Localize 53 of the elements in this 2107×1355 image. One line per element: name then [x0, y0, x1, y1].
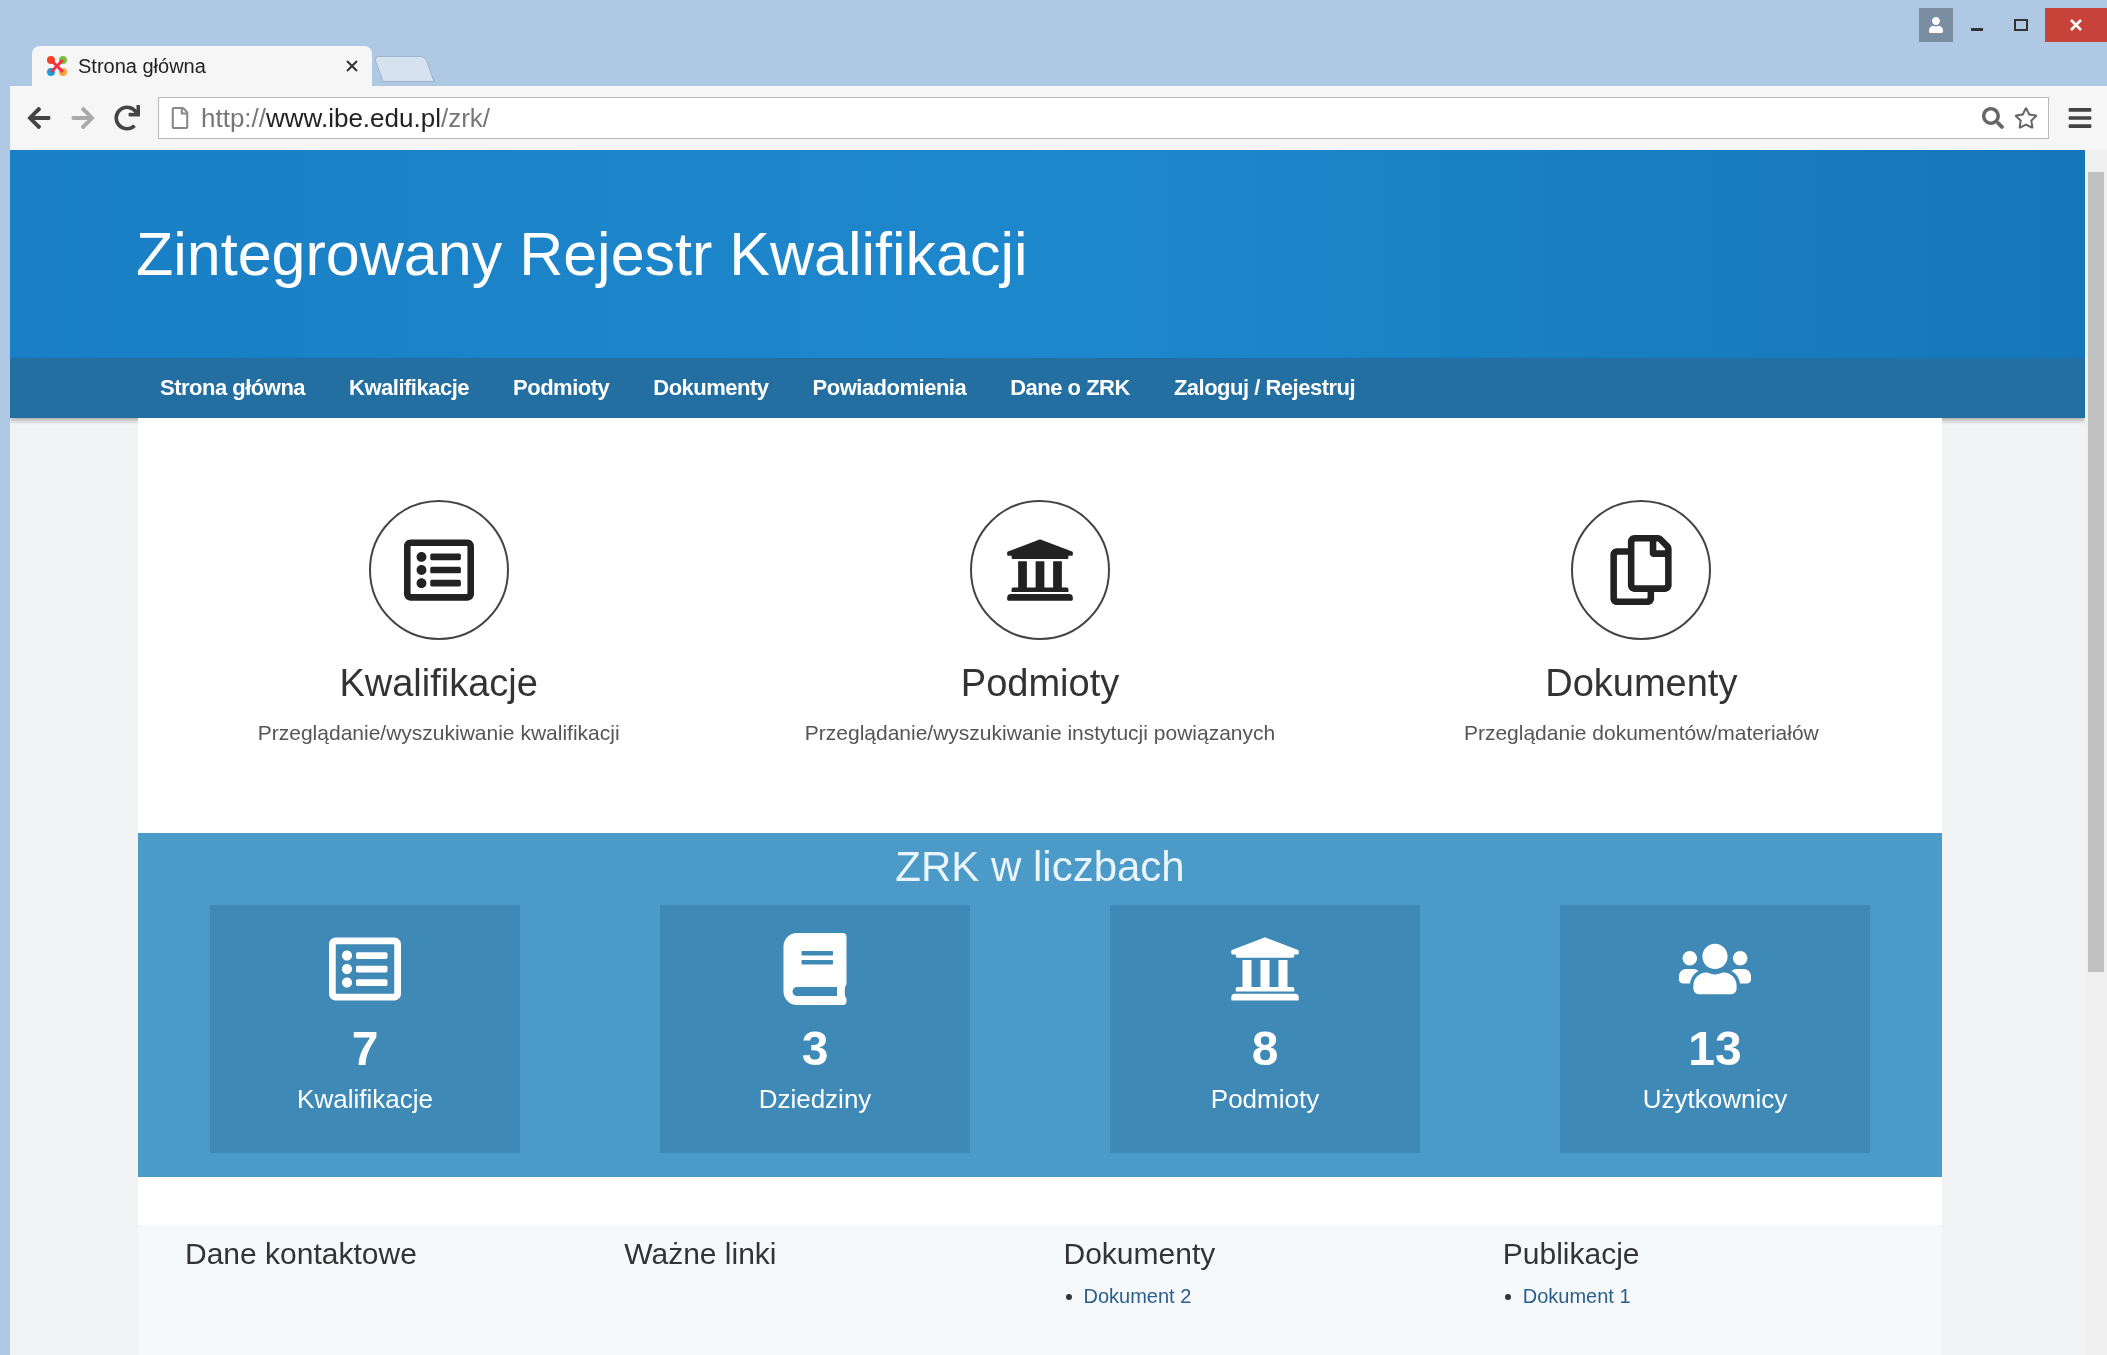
search-icon[interactable]	[1982, 107, 2004, 129]
reload-button[interactable]	[114, 105, 140, 131]
footer-heading: Dane kontaktowe	[185, 1237, 418, 1271]
stat-value: 3	[801, 1021, 829, 1076]
feature-description: Przeglądanie/wyszukiwanie kwalifikacji	[257, 721, 620, 745]
documents-icon[interactable]	[1571, 500, 1712, 640]
scrollbar-thumb[interactable]	[2088, 172, 2104, 972]
star-icon[interactable]	[2014, 106, 2038, 130]
page-icon	[169, 107, 191, 129]
nav-link[interactable]: Dane o ZRK	[1010, 375, 1130, 401]
close-icon[interactable]	[346, 60, 358, 72]
stat-value: 13	[1688, 1021, 1742, 1076]
bullet-icon	[1065, 1293, 1072, 1300]
feature-description: Przeglądanie/wyszukiwanie instytucji powiązanych	[804, 721, 1276, 745]
stat-label: Podmioty	[1210, 1084, 1320, 1115]
footer-heading: Ważne linki	[624, 1237, 778, 1271]
site-title: Zintegrowany Rejestr Kwalifikacji	[136, 219, 1028, 289]
footer-link[interactable]: Dokument 1	[1522, 1285, 1631, 1308]
back-button[interactable]	[26, 105, 52, 131]
stats-title: ZRK w liczbach	[895, 843, 1185, 891]
close-button[interactable]	[2045, 8, 2107, 42]
nav-link[interactable]: Podmioty	[513, 375, 610, 401]
tab-title: Strona główna	[78, 54, 207, 78]
nav-link[interactable]: Dokumenty	[653, 375, 769, 401]
feature-title[interactable]: Kwalifikacje	[339, 662, 538, 705]
building-icon[interactable]	[970, 500, 1110, 640]
nav-link[interactable]: Zaloguj / Rejestruj	[1173, 375, 1356, 401]
menu-button[interactable]	[2067, 105, 2093, 131]
maximize-icon	[2014, 19, 2028, 31]
nav-link[interactable]: Powiadomienia	[812, 375, 967, 401]
nav-link[interactable]: Strona główna	[160, 375, 306, 401]
user-icon	[1928, 17, 1944, 33]
stat-value: 8	[1251, 1021, 1279, 1076]
user-button[interactable]	[1919, 8, 1953, 42]
nav-link[interactable]: Kwalifikacje	[349, 375, 469, 401]
feature-title[interactable]: Dokumenty	[1545, 662, 1738, 705]
feature-title[interactable]: Podmioty	[960, 662, 1120, 705]
footer-heading: Dokumenty	[1063, 1237, 1217, 1271]
logo-icon	[46, 55, 68, 77]
stat-label: Użytkownicy	[1642, 1084, 1788, 1115]
feature-description: Przeglądanie dokumentów/materiałów	[1463, 721, 1819, 745]
stat-label: Dziedziny	[758, 1084, 872, 1115]
stat-label: Kwalifikacje	[297, 1084, 433, 1115]
minimize-icon	[1971, 28, 1983, 31]
bullet-icon	[1504, 1293, 1511, 1300]
stat-value: 7	[351, 1021, 379, 1076]
address-field[interactable]: http://www.ibe.edu.pl/zrk/	[158, 97, 2049, 139]
browser-tab[interactable]: Strona główna	[32, 46, 372, 86]
footer-link[interactable]: Dokument 2	[1083, 1285, 1192, 1308]
list-icon[interactable]	[368, 500, 509, 640]
close-icon	[2070, 19, 2082, 31]
footer-heading: Publikacje	[1502, 1237, 1641, 1271]
scrollbar[interactable]	[2085, 150, 2107, 1355]
